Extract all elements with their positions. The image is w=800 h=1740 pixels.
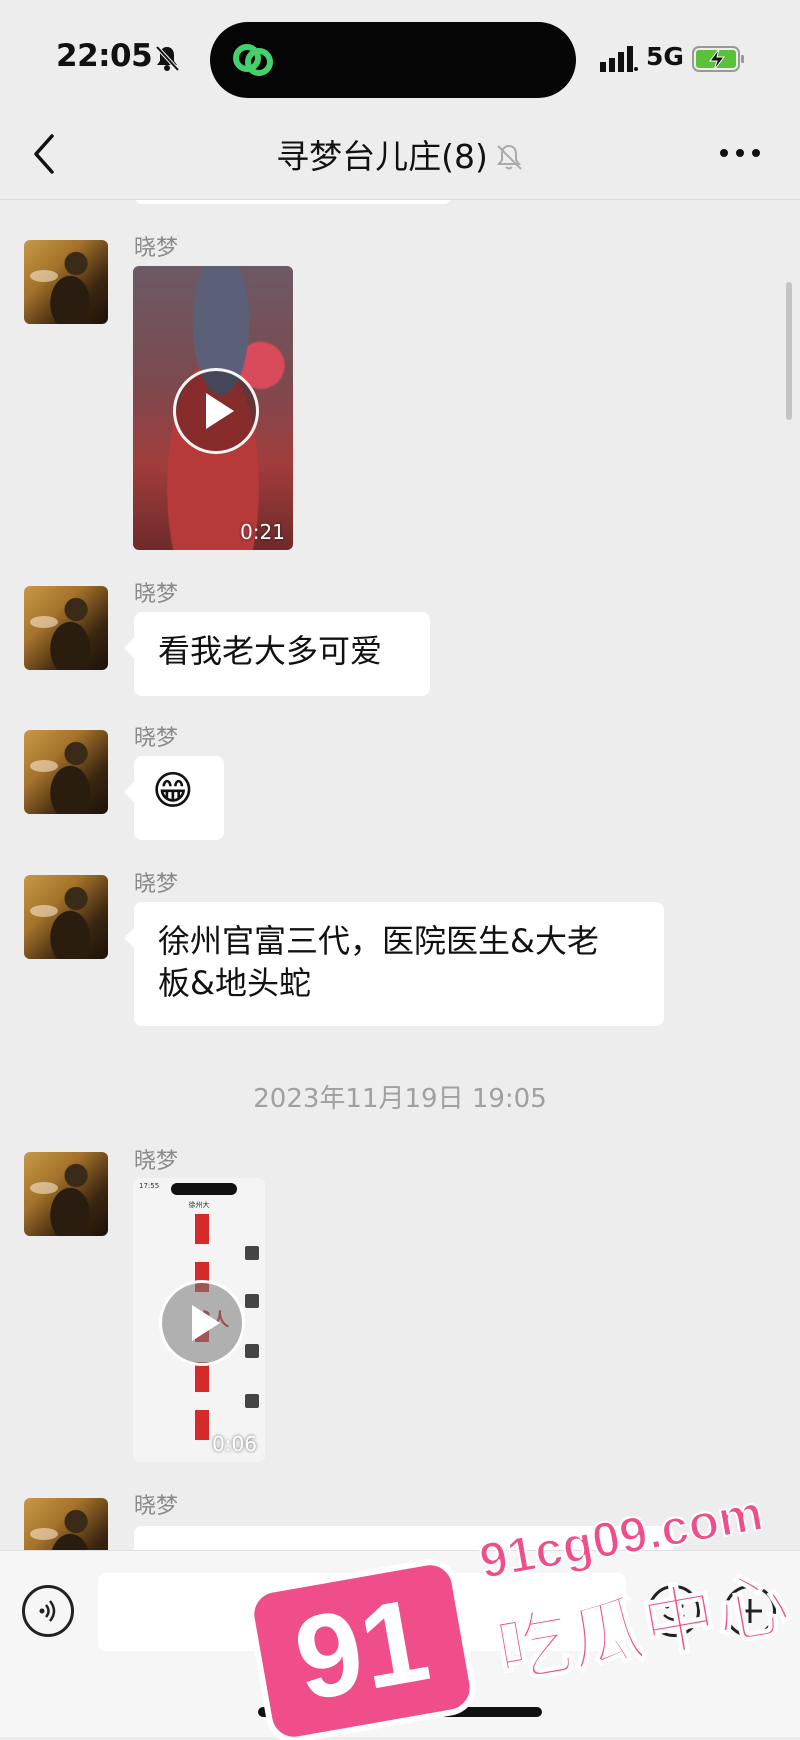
emoji-bubble[interactable]: 😁 — [124, 756, 224, 840]
video-duration: 0:06 — [212, 1432, 257, 1456]
timestamp: 2023年11月19日 19:05 — [253, 1084, 547, 1114]
sender-name: 晓梦 — [134, 236, 179, 261]
play-icon[interactable] — [173, 368, 259, 454]
text-bubble[interactable]: 徐州官富三代，医院医生&大老 板&地头蛇 — [124, 902, 664, 1026]
video-message[interactable]: 0:21 — [133, 266, 293, 550]
video-duration: 0:21 — [240, 520, 285, 544]
mini-time: 17:55 — [139, 1182, 160, 1190]
network-label: 5G — [646, 42, 684, 71]
battery-charging-icon — [692, 46, 744, 72]
bell-muted-icon — [496, 144, 522, 170]
watermark-badge-text: 91 — [285, 1573, 438, 1727]
bell-muted-icon — [155, 45, 180, 72]
play-icon[interactable] — [159, 1280, 245, 1366]
text-bubble[interactable]: 看我老大多可爱 — [124, 612, 430, 696]
chat-title-text: 寻梦台儿庄(8) — [276, 137, 488, 176]
scrollbar[interactable] — [786, 282, 792, 420]
voice-icon — [39, 1600, 56, 1622]
mini-title: 徐州大 — [188, 1201, 210, 1209]
avatar[interactable] — [24, 875, 108, 959]
video-message[interactable]: 17:55 徐州大 贱人 0:06 — [133, 1178, 265, 1462]
voice-input-button[interactable] — [22, 1585, 74, 1637]
sender-name: 晓梦 — [134, 726, 179, 751]
sender-name: 晓梦 — [134, 582, 179, 607]
grin-emoji-icon: 😁 — [152, 768, 194, 814]
avatar[interactable] — [24, 1152, 108, 1236]
status-time: 22:05 — [56, 38, 153, 74]
chat-area[interactable]: 晓梦 0:21 晓梦 看我老大多可爱 晓梦 😁 晓梦 徐州官富三代，医院医生&大… — [0, 200, 800, 1550]
sender-name: 晓梦 — [134, 1149, 179, 1174]
previous-message-bubble — [134, 200, 452, 204]
avatar[interactable] — [24, 586, 108, 670]
signal-icon — [600, 46, 638, 72]
sender-name: 晓梦 — [134, 872, 179, 897]
dynamic-island — [210, 22, 576, 98]
mini-dynamic-island — [171, 1183, 237, 1195]
text-line: 徐州官富三代，医院医生&大老 — [158, 922, 599, 960]
avatar[interactable] — [24, 1498, 108, 1550]
sender-name: 晓梦 — [134, 1494, 179, 1519]
avatar[interactable] — [24, 730, 108, 814]
link-icon — [233, 44, 273, 76]
text-line: 板&地头蛇 — [158, 964, 311, 1002]
chat-title: 寻梦台儿庄(8) — [0, 130, 800, 178]
avatar[interactable] — [24, 240, 108, 324]
more-options-icon[interactable] — [716, 140, 764, 166]
